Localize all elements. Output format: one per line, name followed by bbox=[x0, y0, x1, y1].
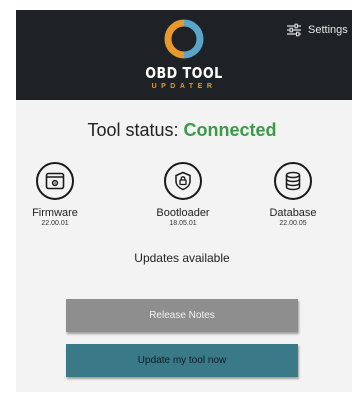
app-title: OBD TOOL bbox=[145, 64, 223, 82]
obd-logo-icon bbox=[164, 19, 204, 59]
settings-label: Settings bbox=[308, 24, 348, 36]
release-notes-button[interactable]: Release Notes bbox=[66, 299, 298, 332]
update-tool-button[interactable]: Update my tool now bbox=[66, 344, 298, 377]
updates-available-text: Updates available bbox=[134, 251, 230, 265]
update-tool-label: Update my tool now bbox=[137, 355, 227, 366]
app-subtitle: UPDATER bbox=[151, 83, 217, 90]
component-firmware: Firmware 22.00.01 bbox=[10, 162, 100, 227]
component-name: Bootloader bbox=[156, 207, 210, 219]
sliders-icon bbox=[287, 23, 301, 37]
component-name: Firmware bbox=[32, 207, 78, 219]
settings-button[interactable]: Settings bbox=[286, 20, 348, 40]
firmware-icon-circle bbox=[36, 162, 74, 200]
app-header: OBD TOOL UPDATER Settings bbox=[16, 10, 352, 100]
firmware-icon bbox=[45, 172, 65, 190]
tool-status: Tool status: Connected bbox=[16, 120, 348, 141]
database-icon-circle bbox=[274, 162, 312, 200]
bootloader-icon-circle bbox=[164, 162, 202, 200]
component-version: 18.05.01 bbox=[169, 220, 197, 227]
tool-status-value: Connected bbox=[183, 120, 277, 140]
component-bootloader: Bootloader 18.05.01 bbox=[138, 162, 228, 227]
main-panel: Tool status: Connected Firmware 22.00.01… bbox=[16, 100, 352, 392]
component-database: Database 22.00.05 bbox=[248, 162, 338, 227]
component-name: Database bbox=[269, 207, 317, 219]
component-version: 22.00.05 bbox=[279, 220, 307, 227]
tool-status-label: Tool status: bbox=[87, 120, 179, 140]
database-icon bbox=[285, 171, 301, 191]
shield-lock-icon bbox=[175, 171, 191, 191]
release-notes-label: Release Notes bbox=[149, 310, 215, 321]
component-version: 22.00.01 bbox=[41, 220, 69, 227]
